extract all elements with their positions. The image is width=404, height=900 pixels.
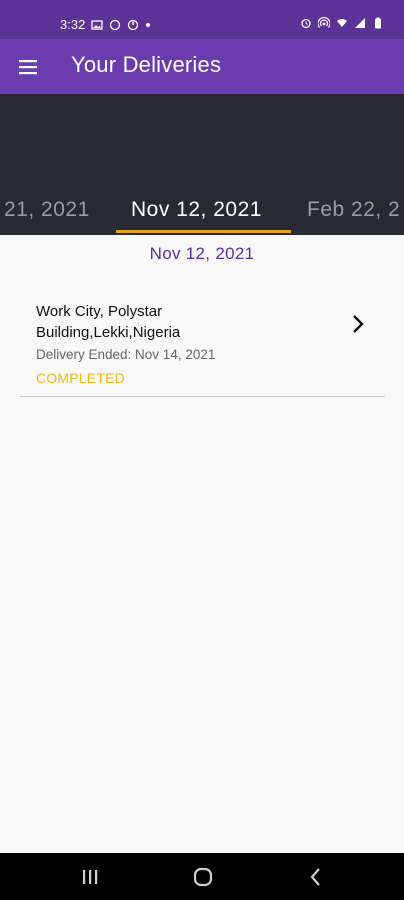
home-icon[interactable] — [191, 865, 215, 889]
app-bar: Your Deliveries — [0, 39, 404, 94]
menu-button[interactable] — [12, 51, 44, 83]
back-icon[interactable] — [304, 865, 328, 889]
system-nav-bar — [0, 853, 404, 900]
image-icon — [91, 19, 103, 30]
tab-date-selected[interactable]: Nov 12, 2021 — [131, 198, 262, 222]
section-date-heading: Nov 12, 2021 — [149, 244, 255, 263]
signal-icon — [355, 18, 365, 28]
delivery-ended-date: Delivery Ended: Nov 14, 2021 — [36, 347, 216, 362]
wifi-icon — [337, 19, 347, 27]
status-time: 3:32 — [60, 17, 86, 32]
status-bar: 3:32 — [0, 0, 404, 39]
circle-outline-icon — [110, 19, 121, 30]
tab-date-next[interactable]: Feb 22, 2 — [307, 198, 400, 222]
battery-icon — [375, 17, 381, 29]
list-divider — [20, 396, 385, 397]
status-right — [300, 17, 384, 29]
tab-indicator — [116, 230, 291, 233]
dot-icon — [146, 22, 151, 27]
alarm-icon — [301, 18, 311, 29]
delivery-status-badge: COMPLETED — [36, 370, 125, 386]
status-left: 3:32 — [60, 17, 151, 32]
delivery-address: Work City, Polystar Building,Lekki,Niger… — [36, 303, 181, 341]
hamburger-menu-icon — [19, 60, 37, 75]
tab-date-previous[interactable]: 21, 2021 — [4, 198, 90, 222]
recents-icon[interactable] — [78, 865, 102, 889]
chevron-right-icon — [353, 315, 364, 333]
delivery-list-item[interactable]: Work City, Polystar Building,Lekki,Niger… — [20, 290, 385, 397]
timer-icon — [128, 19, 139, 30]
page-title: Your Deliveries — [71, 52, 222, 77]
hotspot-icon — [318, 17, 330, 28]
date-tab-bar: 21, 2021 Nov 12, 2021 Feb 22, 2 — [0, 94, 404, 235]
